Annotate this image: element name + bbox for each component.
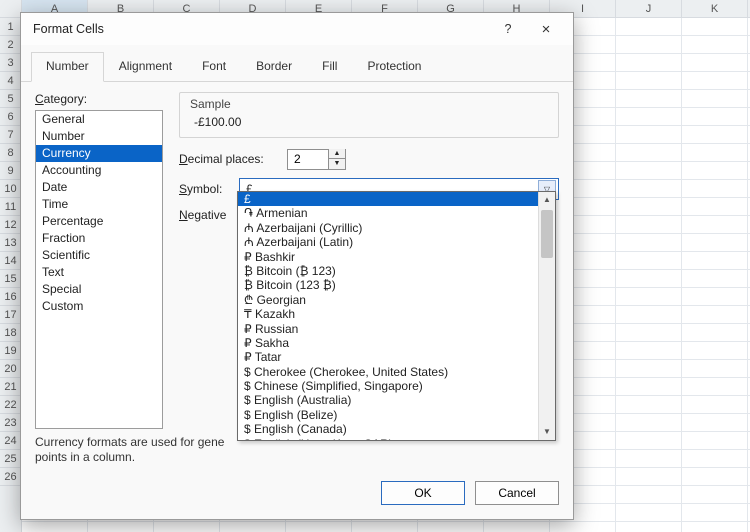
symbol-option[interactable]: ₼ Azerbaijani (Latin) — [238, 235, 538, 249]
row-header[interactable]: 18 — [0, 324, 21, 342]
column-header[interactable]: K — [682, 0, 748, 17]
row-header[interactable]: 14 — [0, 252, 21, 270]
row-header[interactable]: 26 — [0, 468, 21, 486]
category-item[interactable]: Text — [36, 264, 162, 281]
row-header[interactable]: 17 — [0, 306, 21, 324]
help-button[interactable]: ? — [489, 16, 527, 42]
symbol-option[interactable]: $ Cherokee (Cherokee, United States) — [238, 365, 538, 379]
tab-number[interactable]: Number — [31, 52, 104, 82]
row-header[interactable]: 3 — [0, 54, 21, 72]
row-header[interactable]: 24 — [0, 432, 21, 450]
row-header[interactable]: 7 — [0, 126, 21, 144]
scroll-down-arrow[interactable]: ▼ — [539, 424, 555, 440]
symbol-option[interactable]: ₼ Azerbaijani (Cyrillic) — [238, 221, 538, 235]
tab-border[interactable]: Border — [241, 52, 307, 82]
sample-label: Sample — [190, 97, 548, 111]
dialog-titlebar[interactable]: Format Cells ? × — [21, 13, 573, 45]
row-header[interactable]: 1 — [0, 18, 21, 36]
symbol-option[interactable]: ֏ Armenian — [238, 206, 538, 220]
row-header[interactable]: 2 — [0, 36, 21, 54]
scroll-up-arrow[interactable]: ▲ — [539, 192, 555, 208]
row-header[interactable]: 22 — [0, 396, 21, 414]
category-item[interactable]: Accounting — [36, 162, 162, 179]
row-header[interactable]: 13 — [0, 234, 21, 252]
row-header[interactable]: 8 — [0, 144, 21, 162]
symbol-option[interactable]: ₽ Tatar — [238, 350, 538, 364]
category-item[interactable]: Custom — [36, 298, 162, 315]
negative-numbers-label: Negative — [179, 208, 231, 223]
row-header[interactable]: 25 — [0, 450, 21, 468]
category-item[interactable]: General — [36, 111, 162, 128]
decimal-places-input[interactable] — [288, 150, 328, 169]
decimal-places-label: Decimal places: — [179, 152, 279, 166]
category-item[interactable]: Percentage — [36, 213, 162, 230]
row-header[interactable]: 9 — [0, 162, 21, 180]
sample-value: -£100.00 — [190, 115, 548, 129]
ok-button[interactable]: OK — [381, 481, 465, 505]
symbol-option[interactable]: $ Chinese (Simplified, Singapore) — [238, 379, 538, 393]
row-header[interactable]: 21 — [0, 378, 21, 396]
scroll-thumb[interactable] — [541, 210, 553, 258]
column-header[interactable]: J — [616, 0, 682, 17]
category-item[interactable]: Scientific — [36, 247, 162, 264]
row-header[interactable]: 20 — [0, 360, 21, 378]
symbol-option[interactable]: $ English (Australia) — [238, 393, 538, 407]
symbol-option[interactable]: ₸ Kazakh — [238, 307, 538, 321]
symbol-option[interactable]: $ English (Hong Kong SAR) — [238, 437, 538, 440]
symbol-option[interactable]: £ — [238, 192, 538, 206]
dropdown-scrollbar[interactable]: ▲ ▼ — [538, 192, 555, 440]
spinner-down[interactable]: ▼ — [329, 159, 345, 169]
symbol-dropdown-list[interactable]: £֏ Armenian₼ Azerbaijani (Cyrillic)₼ Aze… — [237, 191, 556, 441]
symbol-option[interactable]: ₿ Bitcoin (123 ₿) — [238, 278, 538, 292]
close-button[interactable]: × — [527, 16, 565, 42]
select-all-corner[interactable] — [0, 0, 22, 18]
number-panel: Sample -£100.00 Decimal places: ▲ ▼ Symb… — [179, 92, 559, 429]
tab-alignment[interactable]: Alignment — [104, 52, 187, 82]
tab-protection[interactable]: Protection — [352, 52, 436, 82]
symbol-option[interactable]: $ English (Belize) — [238, 408, 538, 422]
row-headers: 1234567891011121314151617181920212223242… — [0, 18, 22, 532]
row-header[interactable]: 16 — [0, 288, 21, 306]
symbol-option[interactable]: ₽ Russian — [238, 322, 538, 336]
tab-font[interactable]: Font — [187, 52, 241, 82]
symbol-option[interactable]: $ English (Canada) — [238, 422, 538, 436]
tab-fill[interactable]: Fill — [307, 52, 352, 82]
row-header[interactable]: 5 — [0, 90, 21, 108]
category-item[interactable]: Currency — [36, 145, 162, 162]
category-item[interactable]: Time — [36, 196, 162, 213]
cancel-button[interactable]: Cancel — [475, 481, 559, 505]
decimal-places-spinner[interactable]: ▲ ▼ — [287, 149, 346, 170]
row-header[interactable]: 4 — [0, 72, 21, 90]
category-item[interactable]: Date — [36, 179, 162, 196]
row-header[interactable]: 15 — [0, 270, 21, 288]
category-item[interactable]: Number — [36, 128, 162, 145]
symbol-option[interactable]: ₿ Bitcoin (₿ 123) — [238, 264, 538, 278]
category-item[interactable]: Special — [36, 281, 162, 298]
row-header[interactable]: 19 — [0, 342, 21, 360]
category-label: Category: — [35, 92, 163, 106]
row-header[interactable]: 10 — [0, 180, 21, 198]
row-header[interactable]: 11 — [0, 198, 21, 216]
dialog-tabs: NumberAlignmentFontBorderFillProtection — [21, 45, 573, 82]
row-header[interactable]: 23 — [0, 414, 21, 432]
symbol-option[interactable]: ₽ Bashkir — [238, 250, 538, 264]
row-header[interactable]: 12 — [0, 216, 21, 234]
sample-group: Sample -£100.00 — [179, 92, 559, 138]
format-cells-dialog: Format Cells ? × NumberAlignmentFontBord… — [20, 12, 574, 520]
symbol-option[interactable]: ₽ Sakha — [238, 336, 538, 350]
symbol-label: Symbol: — [179, 182, 231, 196]
dialog-footer: OK Cancel — [21, 471, 573, 519]
category-listbox[interactable]: GeneralNumberCurrencyAccountingDateTimeP… — [35, 110, 163, 429]
dialog-title: Format Cells — [33, 22, 489, 36]
category-item[interactable]: Fraction — [36, 230, 162, 247]
dialog-body: Category: GeneralNumberCurrencyAccountin… — [21, 82, 573, 471]
row-header[interactable]: 6 — [0, 108, 21, 126]
symbol-option[interactable]: ₾ Georgian — [238, 293, 538, 307]
spinner-up[interactable]: ▲ — [329, 149, 345, 159]
